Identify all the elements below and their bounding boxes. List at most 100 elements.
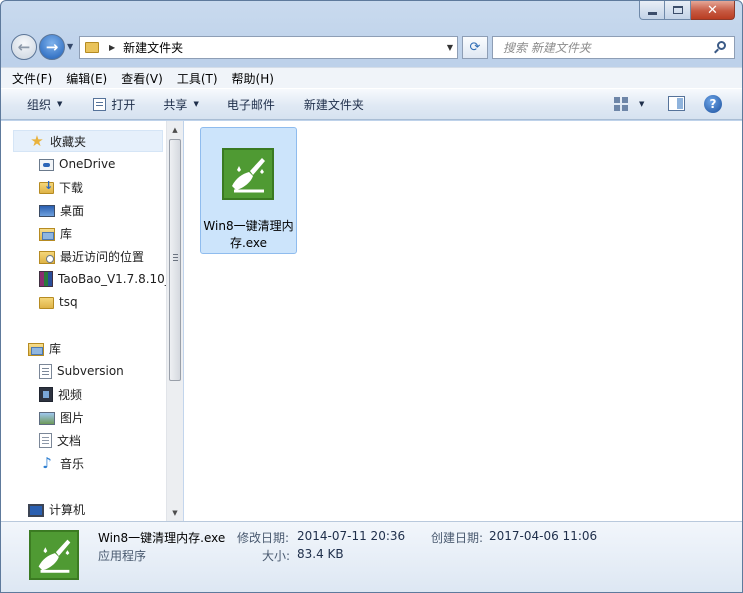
forward-button[interactable]: → xyxy=(39,34,65,60)
nav-item-pictures[interactable]: 图片 xyxy=(39,406,84,428)
file-name: Win8一键清理内存.exe xyxy=(203,219,294,250)
recent-pages-dropdown[interactable]: ▼ xyxy=(67,42,73,51)
green-broom-icon xyxy=(222,148,274,200)
arrow-left-icon: ← xyxy=(17,37,31,56)
menu-tools[interactable]: 工具(T) xyxy=(177,70,218,87)
menu-view[interactable]: 查看(V) xyxy=(121,70,163,87)
nav-item-recent-places[interactable]: 最近访问的位置 xyxy=(39,245,144,267)
menu-help[interactable]: 帮助(H) xyxy=(232,70,274,87)
nav-item-tsq[interactable]: tsq xyxy=(39,291,78,313)
scroll-down-arrow-icon[interactable]: ▼ xyxy=(167,504,183,521)
star-icon: ★ xyxy=(30,132,44,150)
new-folder-button[interactable]: 新建文件夹 xyxy=(299,92,369,116)
music-note-icon: ♪ xyxy=(42,454,52,472)
nav-label: tsq xyxy=(59,295,78,309)
nav-label: 图片 xyxy=(60,410,85,425)
menu-bar: 文件(F) 编辑(E) 查看(V) 工具(T) 帮助(H) xyxy=(1,67,742,88)
size-label: 大小: xyxy=(262,549,291,563)
refresh-button[interactable]: ⟳ xyxy=(462,36,488,59)
details-file-name: Win8一键清理内存.exe xyxy=(98,531,226,545)
organize-button[interactable]: 组织 ▼ xyxy=(22,92,67,116)
nav-item-desktop[interactable]: 桌面 xyxy=(39,199,84,221)
breadcrumb-chevron-icon[interactable]: ▶ xyxy=(109,43,115,52)
subversion-library-icon xyxy=(39,363,52,379)
nav-item-downloads[interactable]: 下载 xyxy=(39,176,83,198)
address-history-dropdown[interactable]: ▼ xyxy=(447,43,453,52)
nav-label: Subversion xyxy=(57,364,124,378)
created-date-value: 2017-04-06 11:06 xyxy=(489,529,598,543)
address-row: ← → ▼ ▶ 新建文件夹 ▼ ⟳ 搜索 新建文件夹 xyxy=(1,31,742,61)
navigation-pane: ★ 收藏夹 OneDrive 下载 桌面 库 最近访问的位置 xyxy=(1,121,183,521)
nav-label: 库 xyxy=(60,226,73,241)
green-broom-icon xyxy=(29,530,79,580)
scrollbar-thumb[interactable] xyxy=(169,139,181,381)
modified-date-value: 2014-07-11 20:36 xyxy=(297,529,406,543)
desktop-icon xyxy=(39,205,55,217)
folder-icon xyxy=(39,297,54,309)
rar-archive-icon xyxy=(39,271,53,287)
folder-icon xyxy=(85,42,99,53)
back-button[interactable]: ← xyxy=(11,34,37,60)
preview-pane-icon[interactable] xyxy=(668,96,685,111)
nav-label: OneDrive xyxy=(59,157,116,171)
nav-item-taobao[interactable]: TaoBao_V1.7.8.10_ xyxy=(39,268,166,290)
nav-favorites[interactable]: ★ 收藏夹 xyxy=(13,130,163,152)
share-label: 共享 xyxy=(163,97,188,112)
library-icon xyxy=(28,342,44,356)
created-date-label: 创建日期: xyxy=(431,531,484,545)
file-item[interactable]: Win8一键清理内存.exe xyxy=(200,127,297,254)
nav-item-music[interactable]: ♪ 音乐 xyxy=(39,452,84,474)
share-button[interactable]: 共享 ▼ xyxy=(158,92,203,116)
search-box[interactable]: 搜索 新建文件夹 xyxy=(492,36,735,59)
nav-item-library[interactable]: 库 xyxy=(39,222,72,244)
menu-edit[interactable]: 编辑(E) xyxy=(66,70,107,87)
minimize-button[interactable] xyxy=(639,1,665,20)
help-icon[interactable]: ? xyxy=(704,95,722,113)
close-icon: ✕ xyxy=(707,2,718,18)
open-label: 打开 xyxy=(111,97,136,112)
menu-file[interactable]: 文件(F) xyxy=(12,70,52,87)
caption-buttons: ✕ xyxy=(639,1,735,21)
nav-label: TaoBao_V1.7.8.10_ xyxy=(58,272,166,286)
nav-scrollbar[interactable]: ▲ ▼ xyxy=(166,121,183,521)
nav-computer[interactable]: 计算机 xyxy=(28,498,85,520)
chevron-down-icon: ▼ xyxy=(57,100,63,108)
library-icon xyxy=(39,227,55,241)
nav-item-subversion[interactable]: Subversion xyxy=(39,360,124,382)
change-view-icon[interactable] xyxy=(614,97,628,111)
command-bar: 组织 ▼ 打开 共享 ▼ 电子邮件 新建文件夹 xyxy=(1,88,742,120)
nav-libraries[interactable]: 库 xyxy=(28,337,61,359)
modified-date-label: 修改日期: xyxy=(237,531,290,545)
documents-library-icon xyxy=(39,432,52,448)
nav-item-onedrive[interactable]: OneDrive xyxy=(39,153,115,175)
open-button[interactable]: 打开 xyxy=(88,92,140,116)
scroll-up-arrow-icon[interactable]: ▲ xyxy=(167,121,183,138)
downloads-folder-icon xyxy=(39,179,54,194)
breadcrumb-current[interactable]: 新建文件夹 xyxy=(123,39,183,56)
computer-icon xyxy=(28,503,44,517)
maximize-button[interactable] xyxy=(665,1,691,20)
email-label: 电子邮件 xyxy=(226,97,275,112)
close-button[interactable]: ✕ xyxy=(691,1,735,20)
nav-label: 收藏夹 xyxy=(50,134,87,149)
nav-item-documents[interactable]: 文档 xyxy=(39,429,81,451)
view-options-dropdown[interactable]: ▼ xyxy=(639,100,644,108)
file-list-pane: Win8一键清理内存.exe xyxy=(184,121,742,521)
maximize-icon xyxy=(672,6,683,14)
minimize-icon xyxy=(647,11,657,15)
size-value: 83.4 KB xyxy=(297,547,344,561)
nav-item-videos[interactable]: 视频 xyxy=(39,383,82,405)
refresh-icon: ⟳ xyxy=(469,40,481,55)
onedrive-icon xyxy=(39,159,54,171)
nav-label: 库 xyxy=(49,341,62,356)
nav-label: 最近访问的位置 xyxy=(60,249,145,264)
new-folder-label: 新建文件夹 xyxy=(303,97,364,112)
video-library-icon xyxy=(39,386,53,402)
search-input[interactable]: 搜索 新建文件夹 xyxy=(503,39,714,56)
recent-places-icon xyxy=(39,250,55,264)
nav-label: 文档 xyxy=(57,433,82,448)
search-icon[interactable] xyxy=(714,41,727,54)
email-button[interactable]: 电子邮件 xyxy=(222,92,280,116)
pictures-library-icon xyxy=(39,411,55,425)
address-bar[interactable]: ▶ 新建文件夹 ▼ xyxy=(79,36,458,59)
